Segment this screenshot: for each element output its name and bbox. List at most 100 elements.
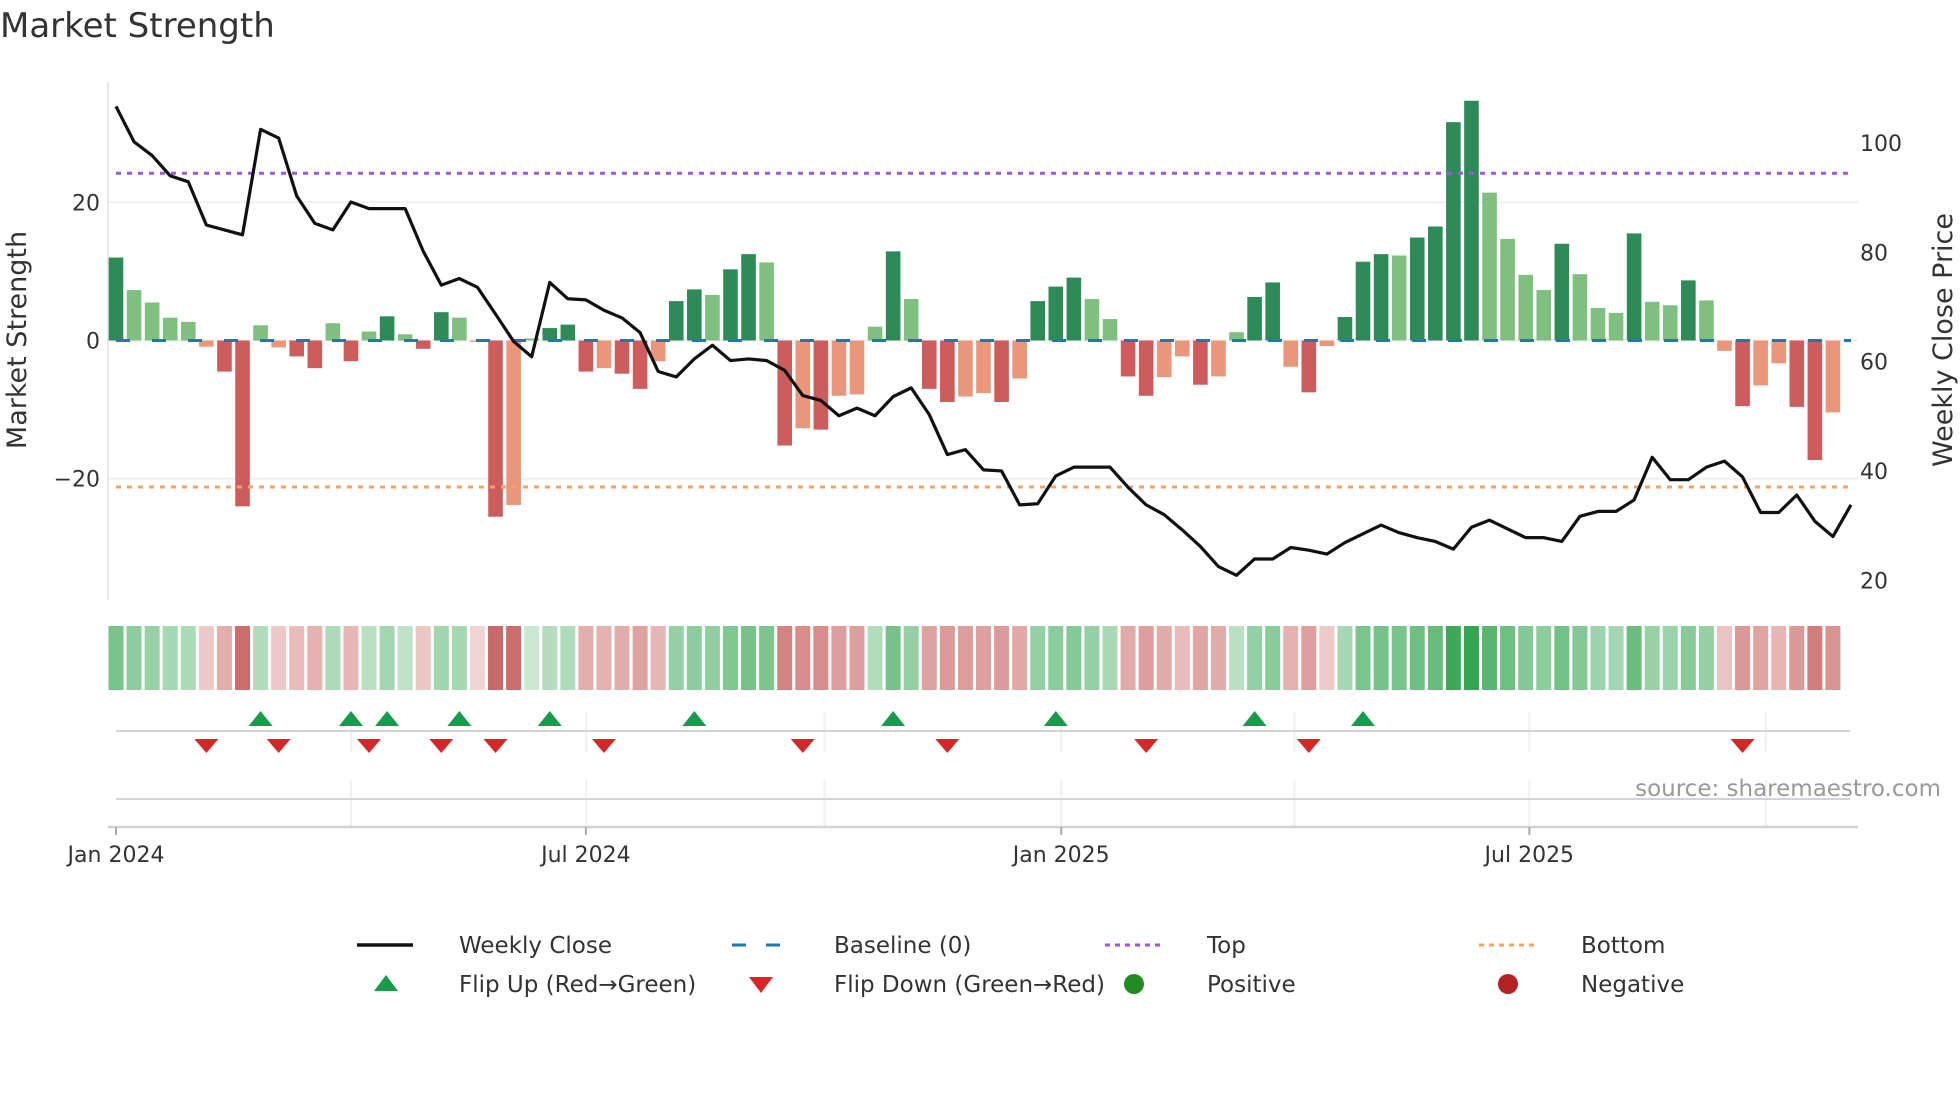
heat-cell bbox=[307, 626, 323, 690]
strength-bar bbox=[1681, 280, 1696, 341]
heat-cell bbox=[253, 626, 269, 690]
strength-bar bbox=[940, 340, 955, 402]
heat-cell bbox=[686, 626, 702, 690]
strength-bar bbox=[144, 302, 160, 341]
heat-cell bbox=[126, 626, 142, 690]
heat-cell bbox=[1500, 626, 1516, 690]
legend-circle-pos-icon bbox=[1124, 974, 1144, 994]
heat-cell bbox=[397, 626, 413, 690]
heat-cell bbox=[1807, 626, 1823, 690]
flip-down-marker bbox=[266, 739, 291, 753]
strength-bar bbox=[1066, 277, 1082, 341]
flip-down-marker bbox=[483, 739, 508, 753]
heat-cell bbox=[560, 626, 576, 690]
y2-tick-label: 60 bbox=[1860, 351, 1888, 376]
strength-bar bbox=[452, 317, 467, 341]
strength-bar bbox=[1428, 226, 1443, 341]
heat-cell bbox=[1120, 626, 1136, 690]
legend-tri-down-icon bbox=[749, 977, 773, 993]
heat-cell bbox=[1716, 626, 1732, 690]
heat-cell bbox=[668, 626, 684, 690]
strength-bar bbox=[578, 340, 594, 372]
strength-bar bbox=[1825, 340, 1841, 413]
strength-bar bbox=[1554, 243, 1570, 341]
heat-cell bbox=[1445, 626, 1461, 690]
strength-bar bbox=[307, 340, 323, 369]
legend-label: Bottom bbox=[1581, 933, 1665, 959]
strength-bar bbox=[1771, 340, 1787, 364]
strength-bar bbox=[560, 324, 576, 341]
heat-cell bbox=[469, 626, 485, 690]
heat-cell bbox=[1084, 626, 1100, 690]
heat-cell bbox=[1210, 626, 1226, 690]
strength-bar bbox=[379, 316, 395, 341]
heat-cell bbox=[1138, 626, 1154, 690]
heat-cell bbox=[1283, 626, 1299, 690]
strength-bar bbox=[1391, 255, 1407, 341]
strength-bar bbox=[723, 269, 738, 341]
heat-cell bbox=[379, 626, 395, 690]
heat-cell bbox=[343, 626, 359, 690]
heat-cell bbox=[1518, 626, 1534, 690]
strength-bar bbox=[542, 328, 558, 341]
strength-bar bbox=[1608, 312, 1624, 341]
heat-cell bbox=[506, 626, 522, 690]
strength-bar bbox=[1319, 340, 1335, 347]
heat-cell bbox=[759, 626, 775, 690]
strength-bar bbox=[1807, 340, 1823, 461]
strength-bar bbox=[1012, 340, 1027, 379]
y2-tick-label: 20 bbox=[1860, 569, 1888, 594]
strength-bar bbox=[1084, 299, 1100, 341]
strength-bar bbox=[1193, 340, 1208, 385]
y-tick-label: −20 bbox=[54, 468, 100, 493]
strength-bar bbox=[217, 340, 232, 372]
legend-label: Positive bbox=[1207, 972, 1296, 998]
strength-bar bbox=[1662, 305, 1678, 341]
heat-cell bbox=[903, 626, 919, 690]
strength-bar bbox=[1355, 261, 1371, 341]
flip-down-marker bbox=[429, 739, 454, 753]
y2-axis-label: Weekly Close Price bbox=[1928, 213, 1959, 467]
heat-cell bbox=[1066, 626, 1082, 690]
flip-up-marker bbox=[447, 711, 472, 726]
flip-down-marker bbox=[1134, 739, 1159, 753]
heat-cell bbox=[1265, 626, 1281, 690]
strength-bar bbox=[1138, 340, 1154, 396]
heat-cell bbox=[1030, 626, 1046, 690]
heat-cell bbox=[235, 626, 251, 690]
strength-bar bbox=[1048, 286, 1064, 341]
strength-bar bbox=[1536, 290, 1552, 341]
heat-cell bbox=[325, 626, 341, 690]
heat-cell bbox=[180, 626, 196, 690]
heat-cell bbox=[1337, 626, 1353, 690]
legend-label: Flip Up (Red→Green) bbox=[459, 972, 696, 998]
strength-bar bbox=[614, 340, 630, 374]
flip-up-marker bbox=[338, 711, 363, 726]
flip-down-marker bbox=[1296, 739, 1321, 753]
market-strength-chart: 20 0 −20 100 80 60 40 20 Market Strength Weekly C… bbox=[2, 82, 1959, 998]
heat-cell bbox=[614, 626, 630, 690]
heat-cell bbox=[1427, 626, 1443, 690]
heat-cell bbox=[1482, 626, 1498, 690]
flip-up-marker bbox=[881, 711, 906, 726]
heat-cell bbox=[831, 626, 847, 690]
legend-label: Baseline (0) bbox=[834, 933, 971, 959]
strength-bar bbox=[687, 289, 702, 341]
flip-down-marker bbox=[357, 739, 382, 753]
strength-bar bbox=[1120, 340, 1136, 377]
heat-cell bbox=[488, 626, 504, 690]
legend-label: Weekly Close bbox=[459, 933, 612, 959]
x-tick-label: Jan 2024 bbox=[66, 843, 165, 868]
heat-cell bbox=[1012, 626, 1028, 690]
y2-tick-label: 100 bbox=[1860, 132, 1902, 157]
heat-cell bbox=[1662, 626, 1678, 690]
strength-bar bbox=[1373, 254, 1389, 341]
flip-down-marker bbox=[591, 739, 616, 753]
heat-cell bbox=[1373, 626, 1389, 690]
heat-cell bbox=[1608, 626, 1624, 690]
strength-bar bbox=[705, 294, 720, 341]
heat-cell bbox=[994, 626, 1010, 690]
flip-up-marker bbox=[375, 711, 400, 726]
heat-cell bbox=[542, 626, 558, 690]
flip-down-marker bbox=[194, 739, 219, 753]
